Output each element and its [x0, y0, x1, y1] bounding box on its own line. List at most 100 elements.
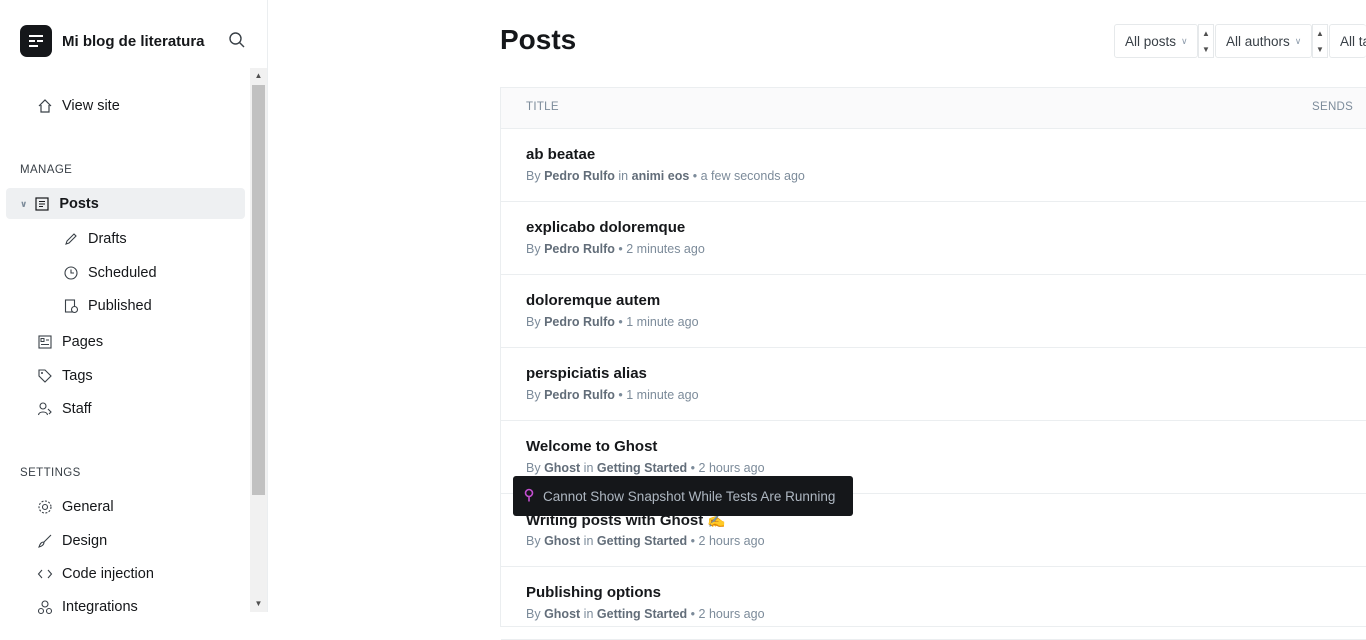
- column-title[interactable]: TITLE: [526, 101, 559, 113]
- tooltip-text: Cannot Show Snapshot While Tests Are Run…: [543, 488, 836, 504]
- post-title[interactable]: explicabo doloremque: [526, 219, 685, 236]
- tag-icon: [36, 367, 54, 385]
- nav-pages[interactable]: Pages: [36, 333, 103, 351]
- filter-tags[interactable]: All tags: [1329, 24, 1366, 58]
- post-meta-in: in: [583, 607, 594, 621]
- post-meta-by: By: [526, 607, 541, 621]
- filter-post-type-stepper[interactable]: ▲ ▼: [1198, 24, 1214, 58]
- nav-view-site[interactable]: View site: [36, 97, 120, 115]
- posts-table: TITLE SENDS ab beatae By Pedro Rulfo in a…: [500, 87, 1366, 640]
- pages-icon: [36, 333, 54, 351]
- code-icon: [36, 565, 54, 583]
- stepper-down-icon[interactable]: ▼: [1316, 45, 1324, 54]
- post-meta: By Ghost in Getting Started • 2 hours ag…: [526, 534, 765, 548]
- scroll-up-icon[interactable]: ▲: [250, 68, 267, 84]
- posts-icon: [33, 195, 51, 213]
- table-row[interactable]: explicabo doloremque By Pedro Rulfo • 2 m…: [501, 202, 1366, 275]
- settings-section-label: SETTINGS: [20, 467, 81, 479]
- nav-published-label: Published: [88, 298, 152, 314]
- post-author: Pedro Rulfo: [544, 388, 615, 402]
- post-meta: By Pedro Rulfo • 1 minute ago: [526, 315, 699, 329]
- post-meta-in: in: [618, 169, 629, 183]
- post-meta-by: By: [526, 315, 541, 329]
- post-tag: Getting Started: [596, 534, 688, 548]
- post-meta-in: in: [583, 534, 594, 548]
- chevron-down-icon: ∨: [1294, 35, 1302, 46]
- post-title[interactable]: ab beatae: [526, 146, 595, 163]
- post-meta-by: By: [526, 169, 541, 183]
- post-meta-by: By: [526, 242, 541, 256]
- post-author: Ghost: [544, 607, 581, 621]
- nav-design[interactable]: Design: [36, 532, 107, 550]
- post-tag: Getting Started: [596, 607, 688, 621]
- post-tag: animi eos: [631, 169, 690, 183]
- gear-icon: [36, 498, 54, 516]
- scrollbar-thumb[interactable]: [252, 85, 265, 495]
- site-logo-icon: [20, 25, 52, 57]
- snapshot-tooltip: Cannot Show Snapshot While Tests Are Run…: [513, 476, 853, 516]
- post-time: • a few seconds ago: [692, 169, 805, 183]
- table-row[interactable]: ab beatae By Pedro Rulfo in animi eos • a…: [501, 129, 1366, 202]
- stepper-up-icon[interactable]: ▲: [1202, 29, 1210, 38]
- post-author: Pedro Rulfo: [544, 169, 615, 183]
- nav-view-site-label: View site: [62, 98, 120, 114]
- post-time: • 1 minute ago: [618, 315, 699, 329]
- post-time: • 2 hours ago: [690, 534, 765, 548]
- integrations-icon: [36, 598, 54, 616]
- post-time: • 2 hours ago: [690, 607, 765, 621]
- nav-scheduled[interactable]: Scheduled: [62, 264, 157, 282]
- sidebar-scrollbar[interactable]: ▲ ▼: [250, 68, 267, 612]
- nav-general[interactable]: General: [36, 498, 114, 516]
- stepper-down-icon[interactable]: ▼: [1202, 45, 1210, 54]
- filter-tags-value: All tags: [1340, 33, 1366, 49]
- nav-design-label: Design: [62, 533, 108, 549]
- post-author: Ghost: [544, 534, 581, 548]
- nav-code-injection-label: Code injection: [62, 566, 154, 582]
- nav-staff[interactable]: Staff: [36, 400, 92, 418]
- nav-tags[interactable]: Tags: [36, 367, 93, 385]
- nav-published[interactable]: Published: [62, 297, 152, 315]
- clock-icon: [62, 264, 80, 282]
- table-row[interactable]: doloremque autem By Pedro Rulfo • 1 minut…: [501, 275, 1366, 348]
- post-meta: By Ghost in Getting Started • 2 hours ag…: [526, 607, 765, 621]
- post-tag: Getting Started: [596, 461, 688, 475]
- sidebar-divider: [267, 0, 268, 612]
- chevron-down-icon: ∨: [1181, 35, 1188, 46]
- post-title[interactable]: doloremque autem: [526, 292, 660, 309]
- scroll-down-icon[interactable]: ▼: [250, 596, 267, 612]
- brand[interactable]: Mi blog de literatura: [20, 25, 205, 57]
- staff-icon: [36, 400, 54, 418]
- table-header: TITLE SENDS: [501, 88, 1366, 129]
- nav-posts-label: Posts: [59, 196, 99, 212]
- post-author: Ghost: [544, 461, 581, 475]
- published-icon: [62, 297, 80, 315]
- filter-authors[interactable]: All authors ∨: [1215, 24, 1312, 58]
- post-title[interactable]: Welcome to Ghost: [526, 438, 657, 455]
- home-icon: [36, 97, 54, 115]
- post-author: Pedro Rulfo: [544, 242, 615, 256]
- post-meta: By Pedro Rulfo • 1 minute ago: [526, 388, 699, 402]
- filter-post-type[interactable]: All posts ∨: [1114, 24, 1198, 58]
- post-author: Pedro Rulfo: [544, 315, 615, 329]
- post-meta-by: By: [526, 388, 541, 402]
- post-meta: By Pedro Rulfo • 2 minutes ago: [526, 242, 705, 256]
- stepper-up-icon[interactable]: ▲: [1316, 29, 1324, 38]
- table-row[interactable]: Publishing options By Ghost in Getting St…: [501, 567, 1366, 640]
- post-title[interactable]: perspiciatis alias: [526, 365, 647, 382]
- nav-code-injection[interactable]: Code injection: [36, 565, 154, 583]
- post-meta: By Pedro Rulfo in animi eos • a few seco…: [526, 169, 805, 183]
- pin-icon: [523, 488, 535, 505]
- table-row[interactable]: perspiciatis alias By Pedro Rulfo • 1 min…: [501, 348, 1366, 421]
- post-title[interactable]: Publishing options: [526, 584, 661, 601]
- nav-posts[interactable]: ∨ Posts: [20, 195, 99, 213]
- nav-integrations[interactable]: Integrations: [36, 598, 138, 616]
- nav-scheduled-label: Scheduled: [88, 265, 157, 281]
- search-icon[interactable]: [228, 31, 248, 51]
- nav-integrations-label: Integrations: [62, 599, 138, 615]
- chevron-down-icon[interactable]: ∨: [20, 199, 27, 210]
- nav-tags-label: Tags: [62, 368, 93, 384]
- post-time: • 2 hours ago: [690, 461, 765, 475]
- column-sends[interactable]: SENDS: [1312, 101, 1353, 113]
- nav-drafts[interactable]: Drafts: [62, 230, 127, 248]
- filter-authors-stepper[interactable]: ▲ ▼: [1312, 24, 1328, 58]
